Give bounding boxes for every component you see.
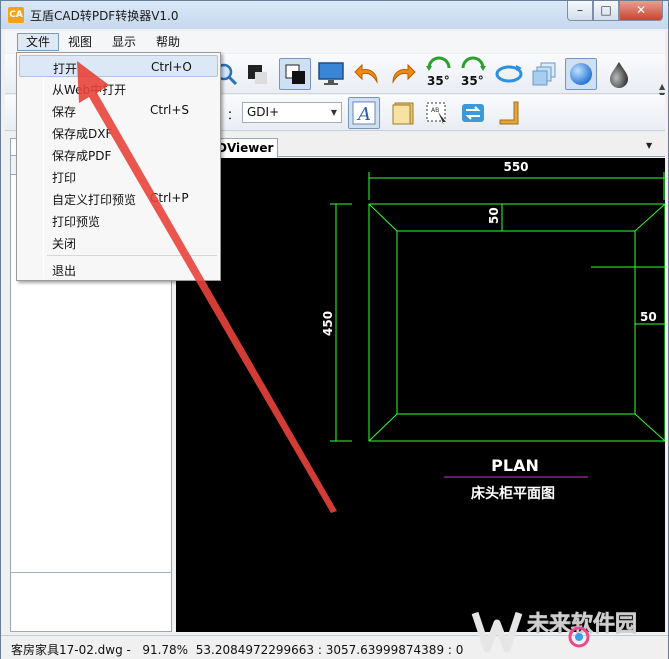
file-menu-save-pdf[interactable]: 保存成PDF [19,143,218,165]
svg-text:AB: AB [431,107,439,114]
status-file: 客房家具17-02.dwg [11,643,123,657]
window-title: 互盾CAD转PDF转换器V1.0 [30,9,179,23]
rotate-right-icon[interactable]: 35° [457,56,489,88]
bevel-top-right [634,203,665,232]
file-menu-open-label: 打开 [53,62,78,76]
file-menu-close-label: 关闭 [52,237,77,251]
file-menu-exit-label: 退出 [52,264,77,278]
file-menu-open-web-label: 从Web中打开 [52,83,127,97]
chevron-down-icon: ▼ [330,108,337,117]
sphere-icon[interactable] [565,58,597,90]
drawing-title: PLAN [491,456,539,475]
bevel-top-left [368,203,398,232]
white-background-icon[interactable] [279,58,311,90]
file-menu-close[interactable]: 关闭 [19,231,218,253]
render-mode-value: GDI+ [247,105,280,119]
file-menu-save-dxf-label: 保存成DXF [52,127,113,141]
file-menu-open[interactable]: 打开 Ctrl+O [19,55,218,77]
file-menu-custom-print-preview-label: 自定义打印预览 [52,193,137,207]
menu-view[interactable]: 视图 [60,33,100,51]
render-mode-label: ： [227,108,240,122]
app-logo-icon: CA [8,7,24,23]
menu-bar: 文件 视图 显示 帮助 [5,31,665,53]
svg-text:A: A [356,104,371,125]
file-menu-custom-print-preview[interactable]: 自定义打印预览 Ctrl+P [19,187,218,209]
bevel-bottom-right [634,413,665,442]
file-menu-save-label: 保存 [52,105,77,119]
menu-file[interactable]: 文件 [17,33,60,51]
file-menu-save[interactable]: 保存 Ctrl+S [19,99,218,121]
status-zoom: 91.78% [142,643,189,657]
menu-display[interactable]: 显示 [104,33,144,51]
panel-divider[interactable] [11,572,171,573]
tab-list-chevron-icon[interactable]: ▼ [646,141,652,150]
maximize-button[interactable]: □ [593,1,619,21]
app-window: CA 互盾CAD转PDF转换器V1.0 – □ ✕ 文件 视图 显示 帮助 35… [0,0,669,659]
swap-icon[interactable] [457,97,489,129]
monitor-icon[interactable] [315,58,347,90]
menu-separator [47,255,217,256]
file-menu-print-preview[interactable]: 打印预览 [19,209,218,231]
status-coords: 53.2084972299663 : 3057.63999874389 : 0 [195,643,464,657]
rotate-right-label: 35° [461,74,484,88]
drawing-canvas[interactable]: 550 50 450 50 PLAN 床头柜平面图 [176,158,665,632]
undo-icon[interactable] [351,58,383,90]
file-menu-print-label: 打印 [52,171,77,185]
render-mode-select[interactable]: GDI+ ▼ [242,102,342,123]
dim-text-top: 550 [503,160,528,174]
bevel-bottom-left [368,413,398,442]
redo-icon[interactable] [387,58,419,90]
layers-icon[interactable] [529,58,561,90]
status-text: 客房家具17-02.dwg - 91.78% 53.2084972299663 … [11,643,464,657]
watermark-logo: 未来软件园 [471,611,637,653]
watermark-text: 未来软件园 [527,611,637,637]
rotate-left-label: 35° [427,74,450,88]
menu-help[interactable]: 帮助 [148,33,188,51]
drop-icon[interactable] [603,58,635,90]
file-menu-print[interactable]: 打印 [19,165,218,187]
title-bar: CA 互盾CAD转PDF转换器V1.0 – □ ✕ [1,1,668,29]
paper-icon[interactable] [387,97,419,129]
rotate-left-icon[interactable]: 35° [423,56,455,88]
file-menu-save-shortcut: Ctrl+S [150,103,190,117]
file-menu-dropdown: 打开 Ctrl+O 从Web中打开 保存 Ctrl+S 保存成DXF 保存成PD… [16,52,221,281]
file-menu-save-dxf[interactable]: 保存成DXF [19,121,218,143]
orbit-icon[interactable] [493,58,525,90]
file-menu-save-pdf-label: 保存成PDF [52,149,112,163]
dim-text-inner-top: 50 [487,207,501,224]
file-menu-print-preview-label: 打印预览 [52,215,101,229]
corner-icon[interactable] [493,97,525,129]
file-menu-open-web[interactable]: 从Web中打开 [19,77,218,99]
file-menu-exit[interactable]: 退出 [19,258,218,280]
file-menu-open-shortcut: Ctrl+O [151,60,192,74]
close-button[interactable]: ✕ [619,1,663,21]
drawing-subtitle: 床头柜平面图 [471,485,555,502]
outer-frame [368,203,665,442]
cad-drawing: 550 50 450 50 PLAN 床头柜平面图 [321,160,665,502]
file-menu-custom-print-preview-shortcut: Ctrl+P [150,191,189,205]
dim-text-right: 50 [640,310,657,324]
inner-frame [396,230,636,415]
minimize-button[interactable]: – [567,1,593,21]
text-style-icon[interactable]: A [348,97,380,129]
black-background-icon[interactable] [241,58,273,90]
dim-text-left: 450 [321,311,335,336]
select-region-icon[interactable]: AB [421,97,453,129]
